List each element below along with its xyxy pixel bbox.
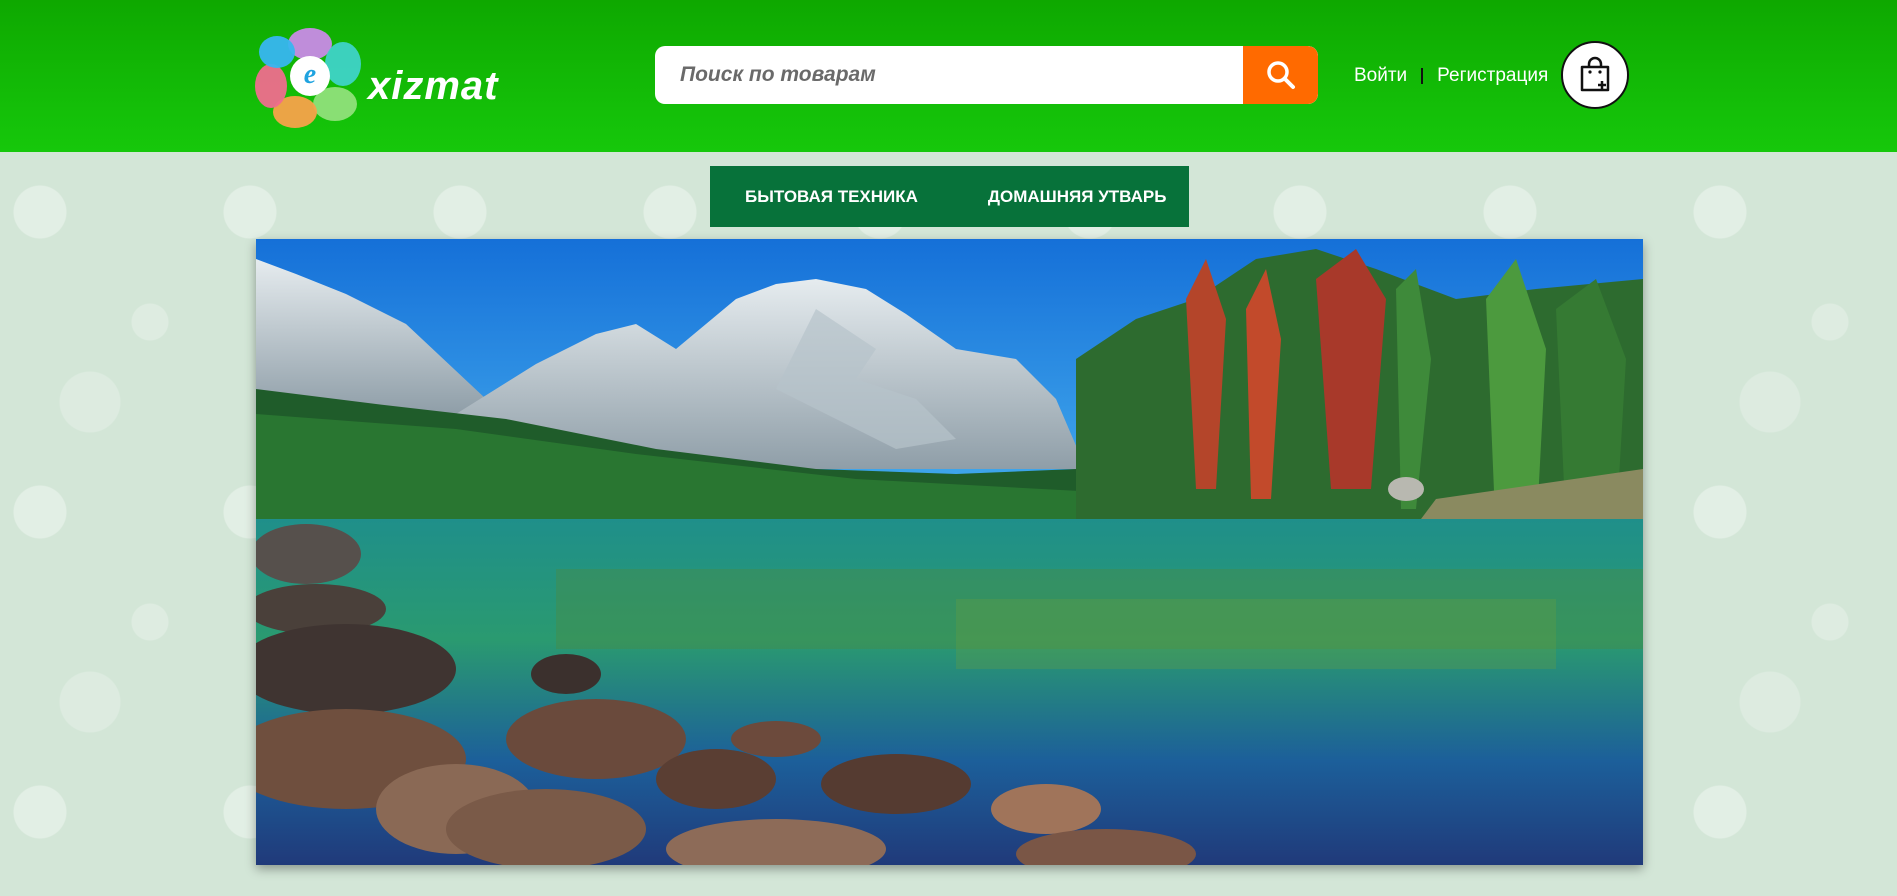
auth-links: Войти Регистрация — [1354, 62, 1548, 90]
category-nav: БЫТОВАЯ ТЕХНИКА ДОМАШНЯЯ УТВАРЬ — [710, 166, 1189, 227]
logo[interactable]: e xizmat — [255, 24, 498, 128]
search-input[interactable] — [655, 46, 1235, 104]
search-bar — [655, 46, 1318, 104]
logo-text: xizmat — [368, 64, 499, 108]
nav-item-appliances[interactable]: БЫТОВАЯ ТЕХНИКА — [710, 187, 953, 207]
site-header: e xizmat Войти Регистрация — [0, 0, 1897, 152]
nav-item-household[interactable]: ДОМАШНЯЯ УТВАРЬ — [953, 187, 1202, 207]
register-link[interactable]: Регистрация — [1437, 65, 1548, 87]
search-icon — [1266, 61, 1295, 89]
hero-banner — [256, 239, 1643, 865]
search-button[interactable] — [1243, 46, 1318, 104]
shopping-bag-icon — [1580, 56, 1610, 92]
landscape-image — [256, 239, 1643, 865]
auth-divider — [1421, 68, 1424, 84]
cart-button[interactable] — [1561, 41, 1629, 109]
login-link[interactable]: Войти — [1354, 65, 1407, 87]
logo-letter: e — [293, 58, 327, 92]
